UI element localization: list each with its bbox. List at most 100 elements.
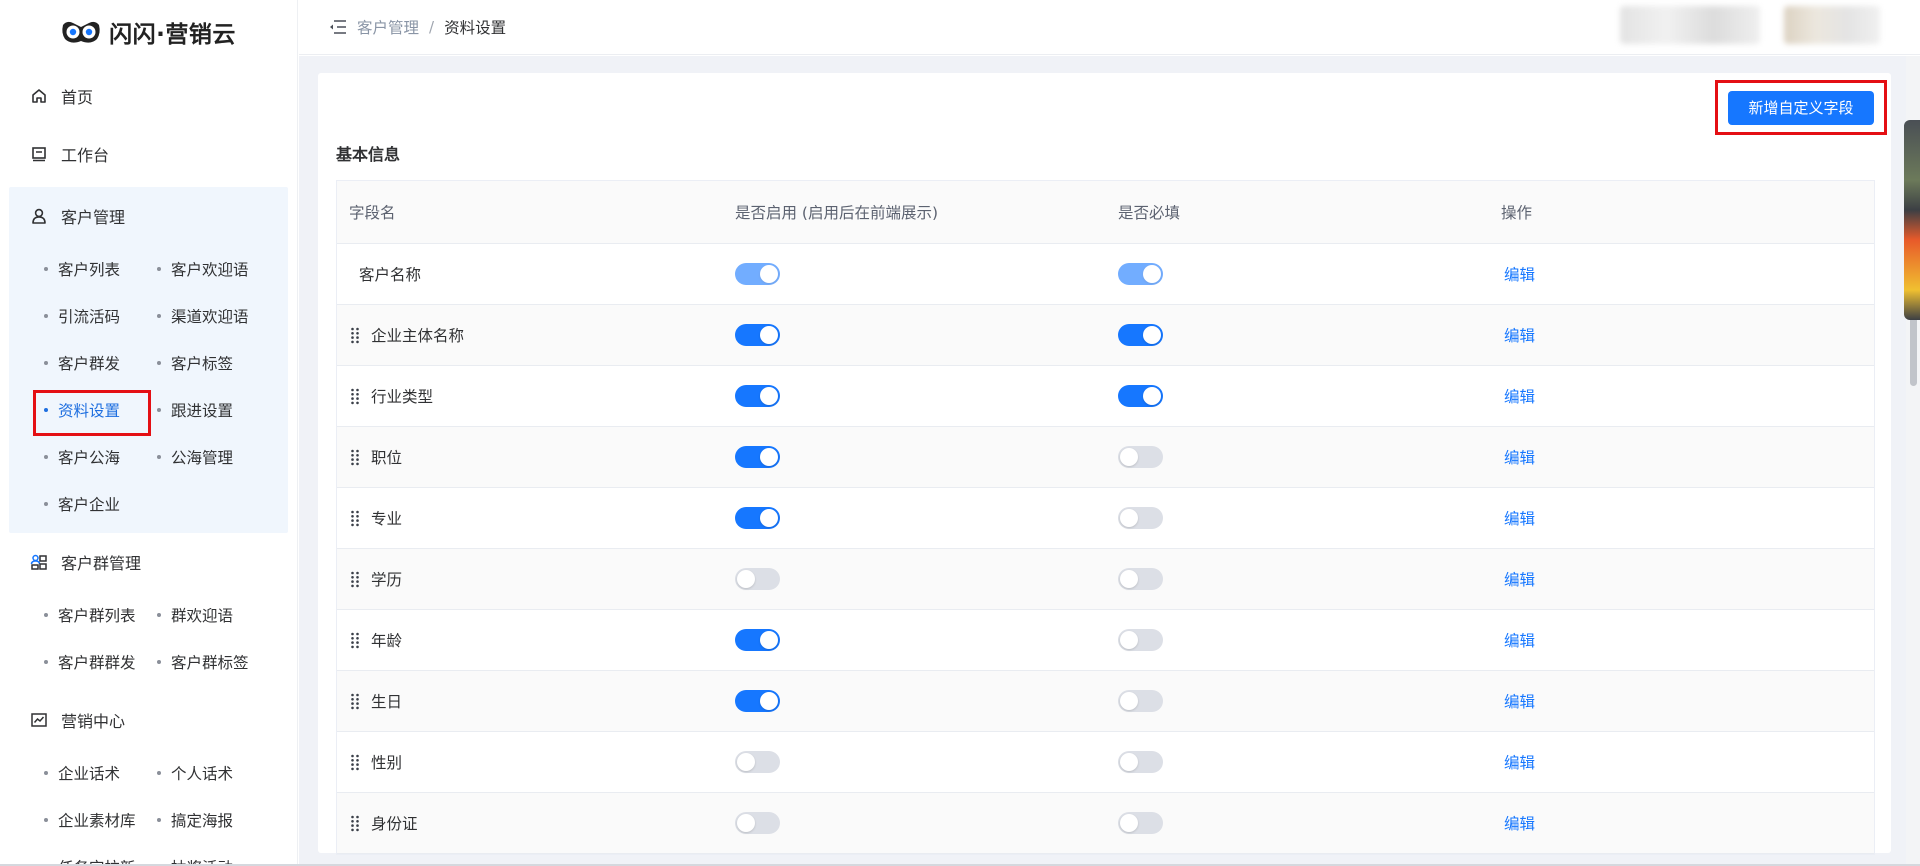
drag-handle-icon[interactable] (349, 692, 361, 710)
enabled-switch[interactable] (735, 324, 780, 346)
enabled-switch[interactable] (735, 263, 780, 285)
sidebar-subitem-personal-scripts[interactable]: 个人话术 (157, 749, 297, 796)
cell-enabled (735, 366, 780, 426)
drag-handle-icon[interactable] (349, 631, 361, 649)
bullet-icon (157, 770, 161, 775)
fields-table: 字段名 是否启用 (启用后在前端展示) 是否必填 操作 客户名称 编辑 企业主体名称… (336, 180, 1875, 855)
sidebar-subitem-customer-tags[interactable]: 客户标签 (157, 339, 297, 386)
required-switch[interactable] (1118, 629, 1163, 651)
column-header-required: 是否必填 (1118, 204, 1181, 222)
sidebar-subitem-mass-send[interactable]: 客户群发 (44, 339, 157, 386)
edit-link[interactable]: 编辑 (1504, 385, 1535, 407)
sidebar-item-marketing[interactable]: 营销中心 (0, 691, 297, 749)
drag-handle-icon[interactable] (349, 570, 361, 588)
required-switch[interactable] (1118, 446, 1163, 468)
edit-link[interactable]: 编辑 (1504, 690, 1535, 712)
sidebar-subitem-task-referral[interactable]: 任务宝拉新 (44, 843, 157, 866)
sidebar-subitem-group-tags[interactable]: 客户群标签 (157, 638, 297, 685)
switch-knob (737, 570, 755, 588)
cell-required (1118, 793, 1163, 853)
drag-handle-icon[interactable] (349, 814, 361, 832)
column-header-operation: 操作 (1501, 204, 1533, 222)
enabled-switch[interactable] (735, 690, 780, 712)
required-switch[interactable] (1118, 507, 1163, 529)
bullet-icon (44, 501, 48, 506)
required-switch[interactable] (1118, 690, 1163, 712)
sidebar-item-workbench[interactable]: 工作台 (0, 125, 297, 183)
edit-link[interactable]: 编辑 (1504, 446, 1535, 468)
sidebar-item-label: 客户管理 (61, 208, 126, 227)
sidebar-subitem-lottery[interactable]: 抽奖活动 (157, 843, 297, 866)
group-icon (30, 553, 48, 571)
cell-name: 性别 (349, 732, 402, 792)
required-switch[interactable] (1118, 385, 1163, 407)
sidebar-subitem-group-mass-send[interactable]: 客户群群发 (44, 638, 157, 685)
drag-handle-icon[interactable] (349, 326, 361, 344)
switch-knob (760, 631, 778, 649)
sidebar-subitem-label: 公海管理 (171, 448, 234, 467)
logo: 闪闪·营销云 (0, 0, 297, 64)
bullet-icon (44, 266, 48, 271)
sidebar-subitem-customer-list[interactable]: 客户列表 (44, 245, 157, 292)
bullet-icon (157, 266, 161, 271)
edit-link[interactable]: 编辑 (1504, 507, 1535, 529)
edit-link[interactable]: 编辑 (1504, 324, 1535, 346)
sidebar-subitem-channel-welcome[interactable]: 渠道欢迎语 (157, 292, 297, 339)
enabled-switch[interactable] (735, 812, 780, 834)
required-switch[interactable] (1118, 263, 1163, 285)
required-switch[interactable] (1118, 751, 1163, 773)
sidebar-item-home[interactable]: 首页 (0, 67, 297, 125)
required-switch[interactable] (1118, 568, 1163, 590)
enabled-switch[interactable] (735, 751, 780, 773)
column-header-enabled: 是否启用 (启用后在前端展示) (735, 204, 939, 222)
drag-handle-icon[interactable] (349, 509, 361, 527)
collapse-menu-icon[interactable] (329, 19, 347, 35)
cell-required (1118, 549, 1163, 609)
enabled-switch[interactable] (735, 568, 780, 590)
sidebar-subitem-followup-settings[interactable]: 跟进设置 (157, 386, 297, 433)
edit-link[interactable]: 编辑 (1504, 751, 1535, 773)
sidebar-subitem-group-list[interactable]: 客户群列表 (44, 591, 157, 638)
edge-widget-icon[interactable] (1904, 120, 1920, 320)
breadcrumb-parent[interactable]: 客户管理 (357, 16, 419, 38)
sidebar-subitem-material-library[interactable]: 企业素材库 (44, 796, 157, 843)
cell-name: 企业主体名称 (349, 305, 464, 365)
required-switch[interactable] (1118, 324, 1163, 346)
add-custom-field-button[interactable]: 新增自定义字段 (1728, 90, 1874, 125)
edit-link[interactable]: 编辑 (1504, 812, 1535, 834)
switch-knob (1120, 509, 1138, 527)
edit-link[interactable]: 编辑 (1504, 568, 1535, 590)
sidebar-subitem-label: 引流活码 (58, 307, 121, 326)
cell-enabled (735, 549, 780, 609)
cell-enabled (735, 244, 780, 304)
sidebar-subitem-group-welcome[interactable]: 群欢迎语 (157, 591, 297, 638)
switch-knob (760, 509, 778, 527)
sidebar-subitem-public-pool[interactable]: 客户公海 (44, 433, 157, 480)
bullet-icon (157, 407, 161, 412)
blurred-user-info (1620, 6, 1760, 44)
sidebar-item-customer-mgmt[interactable]: 客户管理 (9, 187, 288, 245)
user-area[interactable] (1620, 6, 1880, 44)
sidebar-subitem-profile-settings[interactable]: 资料设置 (33, 386, 157, 436)
enabled-switch[interactable] (735, 446, 780, 468)
sidebar-subitem-customer-company[interactable]: 客户企业 (44, 480, 157, 527)
cell-enabled (735, 427, 780, 487)
sidebar-subitem-traffic-code[interactable]: 引流活码 (44, 292, 157, 339)
bullet-icon (157, 360, 161, 365)
sidebar-subitem-customer-welcome[interactable]: 客户欢迎语 (157, 245, 297, 292)
enabled-switch[interactable] (735, 507, 780, 529)
drag-handle-icon[interactable] (349, 753, 361, 771)
table-row: 性别 编辑 (337, 732, 1874, 793)
edit-link[interactable]: 编辑 (1504, 629, 1535, 651)
drag-handle-icon[interactable] (349, 387, 361, 405)
sidebar-subitem-pool-mgmt[interactable]: 公海管理 (157, 433, 297, 480)
edit-link[interactable]: 编辑 (1504, 263, 1535, 285)
enabled-switch[interactable] (735, 385, 780, 407)
cell-name: 职位 (349, 427, 402, 487)
sidebar-subitem-posters[interactable]: 搞定海报 (157, 796, 297, 843)
sidebar-subitem-corp-scripts[interactable]: 企业话术 (44, 749, 157, 796)
drag-handle-icon[interactable] (349, 448, 361, 466)
enabled-switch[interactable] (735, 629, 780, 651)
required-switch[interactable] (1118, 812, 1163, 834)
sidebar-item-group-mgmt[interactable]: 客户群管理 (0, 533, 297, 591)
